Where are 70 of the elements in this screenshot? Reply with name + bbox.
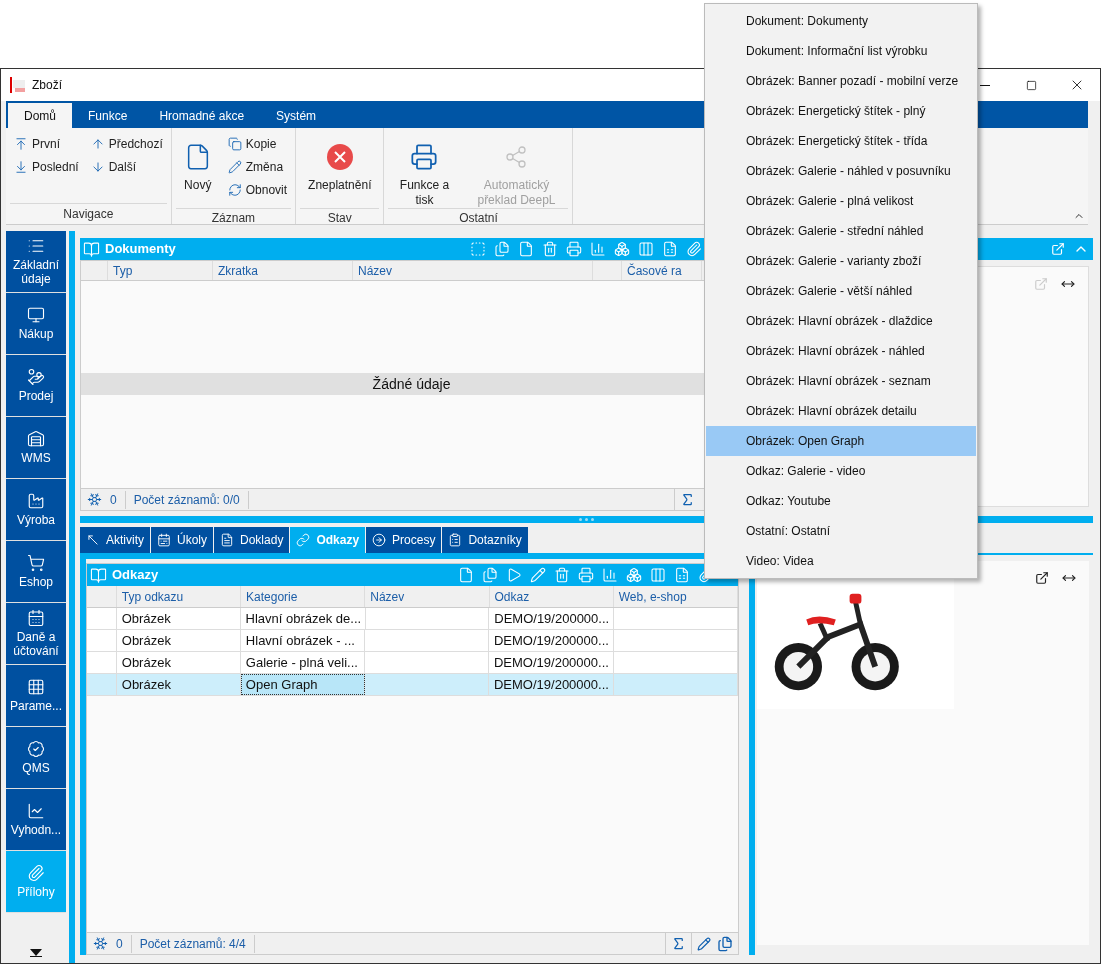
- column-header[interactable]: Kategorie: [241, 586, 366, 607]
- menu-item[interactable]: Obrázek: Hlavní obrázek detailu: [706, 396, 976, 426]
- ribbon-button[interactable]: Kopie: [227, 132, 288, 155]
- detail-tab[interactable]: Aktivity: [80, 527, 150, 553]
- menu-item[interactable]: Obrázek: Galerie - varianty zboží: [706, 246, 976, 276]
- ribbon-tab[interactable]: Domů: [8, 103, 72, 128]
- table-cell: Open Graph: [240, 674, 365, 695]
- table-row[interactable]: Obrázek Galerie - plná veli... DEMO/19/200000...: [87, 652, 738, 674]
- menu-item[interactable]: Obrázek: Energetický štítek - plný: [706, 96, 976, 126]
- panel-title: Dokumenty: [105, 240, 176, 259]
- menu-item[interactable]: Dokument: Informační list výrobku: [706, 36, 976, 66]
- column-header[interactable]: Odkaz: [489, 586, 614, 607]
- menu-item[interactable]: Dokument: Dokumenty: [706, 6, 976, 36]
- menu-item[interactable]: Odkaz: Youtube: [706, 486, 976, 516]
- record-count: Počet záznamů: 0/0: [133, 490, 249, 509]
- table-cell: Obrázek: [116, 652, 241, 673]
- table-cell: Hlavní obrázek - ...: [240, 630, 365, 651]
- ribbon-button[interactable]: Obnovit: [227, 178, 288, 201]
- table-row[interactable]: Obrázek Hlavní obrázek de... DEMO/19/200000...: [87, 608, 738, 630]
- column-header[interactable]: Typ: [108, 261, 213, 280]
- table-cell: DEMO/19/200000...: [488, 630, 614, 651]
- panel-title: Odkazy: [112, 566, 159, 585]
- record-count: Počet záznamů: 4/4: [139, 934, 255, 953]
- ribbon-button[interactable]: První: [14, 132, 79, 155]
- table-cell: DEMO/19/200000...: [488, 674, 614, 695]
- menu-item[interactable]: Obrázek: Open Graph: [706, 426, 976, 456]
- menu-item[interactable]: Obrázek: Hlavní obrázek - seznam: [706, 366, 976, 396]
- column-header[interactable]: Web, e-shop: [613, 586, 738, 607]
- column-header[interactable]: Časové ra: [622, 261, 702, 280]
- menu-item[interactable]: Video: Videa: [706, 546, 976, 576]
- column-header[interactable]: Zkratka: [213, 261, 353, 280]
- window-title: Zboží: [32, 77, 62, 94]
- count-text: 0: [116, 934, 132, 953]
- table-cell: DEMO/19/200000...: [488, 652, 614, 673]
- ribbon-button[interactable]: Poslední: [14, 155, 79, 178]
- empty-message: Žádné údaje: [372, 374, 451, 394]
- ribbon-tab[interactable]: Hromadné akce: [143, 103, 261, 128]
- table-row[interactable]: Obrázek Hlavní obrázek - ... DEMO/19/200000...: [87, 630, 738, 652]
- menu-item[interactable]: Obrázek: Energetický štítek - třída: [706, 126, 976, 156]
- menu-item[interactable]: Obrázek: Galerie - větší náhled: [706, 276, 976, 306]
- menu-item[interactable]: Odkaz: Galerie - video: [706, 456, 976, 486]
- detail-tab[interactable]: Dotazníky: [442, 527, 528, 553]
- menu-item[interactable]: Obrázek: Banner pozadí - mobilní verze: [706, 66, 976, 96]
- table-cell: DEMO/19/200000...: [489, 608, 615, 629]
- menu-item[interactable]: Obrázek: Hlavní obrázek - dlaždice: [706, 306, 976, 336]
- table-cell: Obrázek: [116, 674, 241, 695]
- menu-item[interactable]: Obrázek: Hlavní obrázek - náhled: [706, 336, 976, 366]
- ribbon-button[interactable]: Další: [90, 155, 163, 178]
- ribbon-button[interactable]: Funkce a tisk: [392, 132, 457, 214]
- group-label: Navigace: [63, 206, 114, 224]
- menu-item[interactable]: Obrázek: Galerie - střední náhled: [706, 216, 976, 246]
- column-header[interactable]: Název: [365, 586, 490, 607]
- ribbon-tab[interactable]: Funkce: [72, 103, 144, 128]
- table-cell: Hlavní obrázek de...: [240, 608, 366, 629]
- column-header[interactable]: Typ odkazu: [116, 586, 242, 607]
- table-cell: Galerie - plná veli...: [240, 652, 365, 673]
- table-cell: Obrázek: [116, 608, 241, 629]
- detail-tab[interactable]: Procesy: [366, 527, 442, 553]
- menu-item[interactable]: Obrázek: Galerie - náhled v posuvníku: [706, 156, 976, 186]
- menu-item[interactable]: Obrázek: Galerie - plná velikost: [706, 186, 976, 216]
- detail-tab[interactable]: Úkoly: [151, 527, 214, 553]
- count-text: 0: [110, 490, 126, 509]
- ribbon-button[interactable]: Změna: [227, 155, 288, 178]
- menu-item[interactable]: Ostatní: Ostatní: [706, 516, 976, 546]
- ribbon-tab[interactable]: Systém: [260, 103, 333, 128]
- table-cell: Obrázek: [116, 630, 241, 651]
- table-row[interactable]: Obrázek Open Graph DEMO/19/200000...: [87, 674, 738, 696]
- ribbon-button[interactable]: Předchozí: [90, 132, 163, 155]
- column-header[interactable]: Název: [353, 261, 593, 280]
- detail-tab[interactable]: Doklady: [214, 527, 290, 553]
